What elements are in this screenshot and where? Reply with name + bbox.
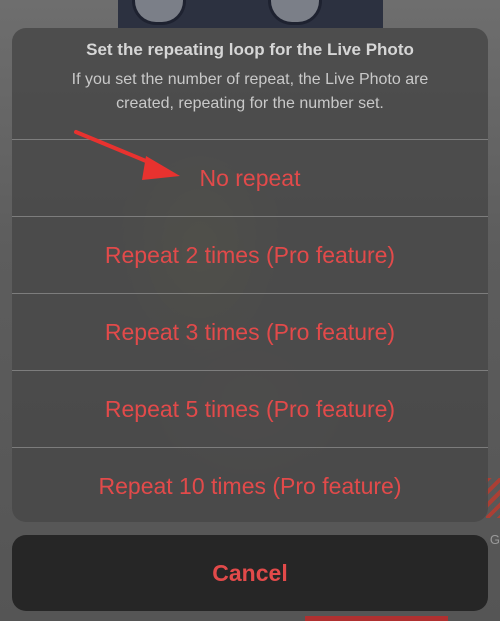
cancel-button[interactable]: Cancel xyxy=(12,535,488,611)
action-sheet-header: Set the repeating loop for the Live Phot… xyxy=(12,28,488,140)
action-sheet-title: Set the repeating loop for the Live Phot… xyxy=(86,40,414,59)
option-no-repeat[interactable]: No repeat xyxy=(12,140,488,217)
background-stripes xyxy=(486,478,500,518)
camera-lens-icon xyxy=(268,0,322,25)
background-red-bar xyxy=(305,616,448,621)
option-repeat-5-times[interactable]: Repeat 5 times (Pro feature) xyxy=(12,371,488,448)
camera-lens-icon xyxy=(132,0,186,25)
background-photo xyxy=(118,0,383,28)
action-sheet-message: If you set the number of repeat, the Liv… xyxy=(71,71,429,112)
background-partial-text: G xyxy=(489,532,500,547)
option-repeat-3-times[interactable]: Repeat 3 times (Pro feature) xyxy=(12,294,488,371)
action-sheet: Set the repeating loop for the Live Phot… xyxy=(12,28,488,522)
option-repeat-10-times[interactable]: Repeat 10 times (Pro feature) xyxy=(12,448,488,522)
option-repeat-2-times[interactable]: Repeat 2 times (Pro feature) xyxy=(12,217,488,294)
